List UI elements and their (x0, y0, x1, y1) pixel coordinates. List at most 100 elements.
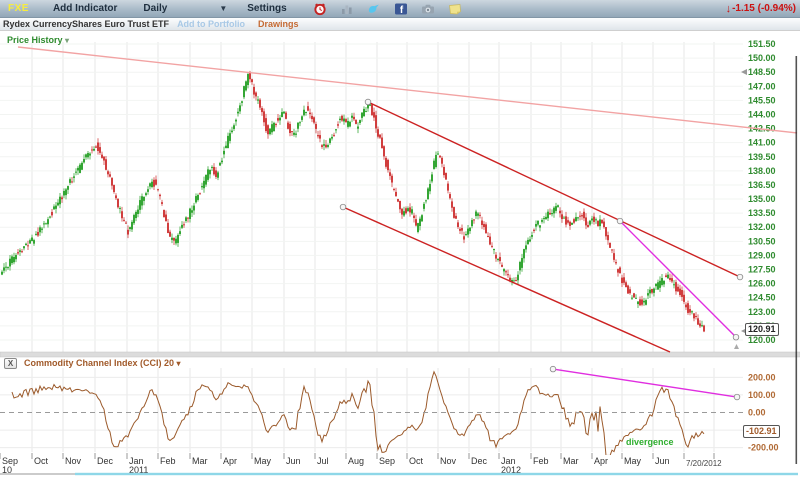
x-axis-month-label: Jun (286, 456, 301, 466)
price-change-indicator: ↓ -1.15 (-0.94%) (726, 3, 796, 15)
price-axis-label: 123.00 (748, 307, 776, 317)
x-axis-month-label: Apr (223, 456, 237, 466)
timeframe-value: Daily (143, 3, 167, 14)
cci-line (12, 372, 704, 456)
right-scrollbar[interactable] (796, 56, 798, 464)
price-history-label: Price History (7, 35, 63, 45)
price-axis-label: 133.50 (748, 208, 776, 218)
cci-axis-label: -200.00 (748, 443, 779, 453)
bottom-scrollbar-track[interactable] (0, 473, 75, 474)
price-axis-label: 151.50 (748, 39, 776, 49)
x-axis-month-label: Sep (379, 456, 395, 466)
last-date-label: 7/20/2012 (686, 459, 722, 468)
price-axis-label: 135.00 (748, 194, 776, 204)
trendline-endpoint-handle[interactable] (617, 218, 623, 224)
trendline-endpoint-handle[interactable] (737, 274, 743, 280)
price-axis-label: 138.00 (748, 166, 776, 176)
down-arrow-icon: ↓ (726, 3, 732, 15)
vertical-gridlines (32, 42, 714, 452)
change-value: -1.15 (-0.94%) (732, 3, 796, 14)
price-axis-labels: 151.50150.00148.50147.00145.50144.00142.… (748, 39, 776, 345)
accelerated-downtrend[interactable] (620, 221, 736, 337)
sticky-note-icon[interactable] (448, 2, 462, 16)
facebook-icon[interactable]: f (394, 2, 408, 16)
symbol-info-bar: Rydex CurrencyShares Euro Trust ETF Add … (0, 18, 800, 31)
price-axis-label: 126.00 (748, 279, 776, 289)
price-axis-label: 139.50 (748, 152, 776, 162)
axis-markers (741, 69, 747, 334)
price-axis-label: 124.50 (748, 293, 776, 303)
cci-indicator-dropdown[interactable]: Commodity Channel Index (CCI) 20 ▾ (24, 358, 181, 368)
x-axis-month-label: Nov (440, 456, 457, 466)
timeframe-dropdown[interactable]: Daily ▼ (143, 3, 227, 14)
trendline-endpoint-handle[interactable] (340, 204, 346, 210)
chevron-down-icon: ▼ (219, 4, 227, 13)
cci-axis-label: 0.00 (748, 408, 766, 418)
toolbar-icon-group: f (313, 2, 475, 16)
candles-layer (1, 71, 705, 332)
alert-clock-icon[interactable] (313, 2, 327, 16)
close-icon[interactable]: X (4, 358, 17, 369)
x-axis-month-label: Aug (348, 456, 364, 466)
snapshot-camera-icon[interactable] (421, 2, 435, 16)
top-toolbar: FXE Add Indicator Daily ▼ Settings f (0, 0, 800, 18)
price-axis-label: 127.50 (748, 265, 776, 275)
price-axis-label: 144.00 (748, 109, 776, 119)
x-axis-month-label: Dec (471, 456, 488, 466)
x-axis-month-label: Jun (655, 456, 670, 466)
price-axis-label: 129.00 (748, 250, 776, 260)
twitter-icon[interactable] (367, 2, 381, 16)
x-axis-month-label: Feb (533, 456, 549, 466)
x-axis-month-label: Oct (34, 456, 49, 466)
price-axis-label: 132.00 (748, 222, 776, 232)
price-history-dropdown[interactable]: Price History ▾ (7, 35, 69, 45)
x-axis-month-label: May (254, 456, 272, 466)
chart-canvas[interactable]: 151.50150.00148.50147.00145.50144.00142.… (0, 31, 800, 478)
pane-resize-handle-icon[interactable] (734, 344, 739, 349)
security-name: Rydex CurrencyShares Euro Trust ETF (3, 19, 169, 29)
bottom-scrollbar-thumb[interactable] (75, 473, 798, 475)
price-axis-label: 120.00 (748, 335, 776, 345)
price-axis-label: 141.00 (748, 138, 776, 148)
cci-title-label: Commodity Channel Index (CCI) 20 (24, 358, 174, 368)
cci-axis-labels: 200.00100.000.00-200.00 (748, 372, 779, 452)
x-axis-month-label: Mar (563, 456, 579, 466)
chart-region: 151.50150.00148.50147.00145.50144.00142.… (0, 31, 800, 478)
cci-divergence-line[interactable] (553, 369, 737, 397)
trendline-endpoint-handle[interactable] (550, 366, 556, 372)
x-axis-month-label: Mar (192, 456, 208, 466)
price-axis-label: 145.50 (748, 95, 776, 105)
price-axis-label: 136.50 (748, 180, 776, 190)
price-axis-label: 130.50 (748, 236, 776, 246)
price-trendlines[interactable] (340, 99, 743, 352)
price-axis-label: 147.00 (748, 81, 776, 91)
x-axis-month-label: May (624, 456, 642, 466)
x-axis-month-label: Apr (594, 456, 608, 466)
trendline-endpoint-handle[interactable] (365, 99, 371, 105)
news-chart-icon[interactable] (340, 2, 354, 16)
axis-marker-icon (741, 69, 747, 75)
settings-button[interactable]: Settings (247, 3, 286, 14)
symbol-label[interactable]: FXE (8, 3, 29, 14)
chevron-down-icon: ▾ (65, 36, 69, 45)
add-to-portfolio-link[interactable]: Add to Portfolio (177, 19, 245, 29)
last-cci-badge: -102.91 (743, 425, 780, 438)
x-axis-month-label: Dec (97, 456, 114, 466)
x-axis: Sep10OctNovDecJan2011FebMarAprMayJunJulA… (0, 453, 722, 475)
price-axis-label: 150.00 (748, 53, 776, 63)
last-price-badge: 120.91 (745, 323, 779, 336)
cci-panel-header: X Commodity Channel Index (CCI) 20 ▾ (4, 357, 181, 369)
cci-axis-label: 200.00 (748, 372, 776, 382)
stock-charting-app: FXE Add Indicator Daily ▼ Settings f (0, 0, 800, 478)
trendline-endpoint-handle[interactable] (734, 394, 740, 400)
price-axis-label: 148.50 (748, 67, 776, 77)
trendline-endpoint-handle[interactable] (733, 334, 739, 340)
x-axis-month-label: Feb (160, 456, 176, 466)
chevron-down-icon: ▾ (177, 359, 181, 368)
drawings-link[interactable]: Drawings (258, 19, 299, 29)
x-axis-month-label: Jul (317, 456, 329, 466)
divergence-annotation: divergence (626, 437, 674, 447)
x-axis-month-label: Oct (409, 456, 424, 466)
add-indicator-button[interactable]: Add Indicator (53, 3, 117, 14)
channel-bottom[interactable] (343, 207, 670, 352)
